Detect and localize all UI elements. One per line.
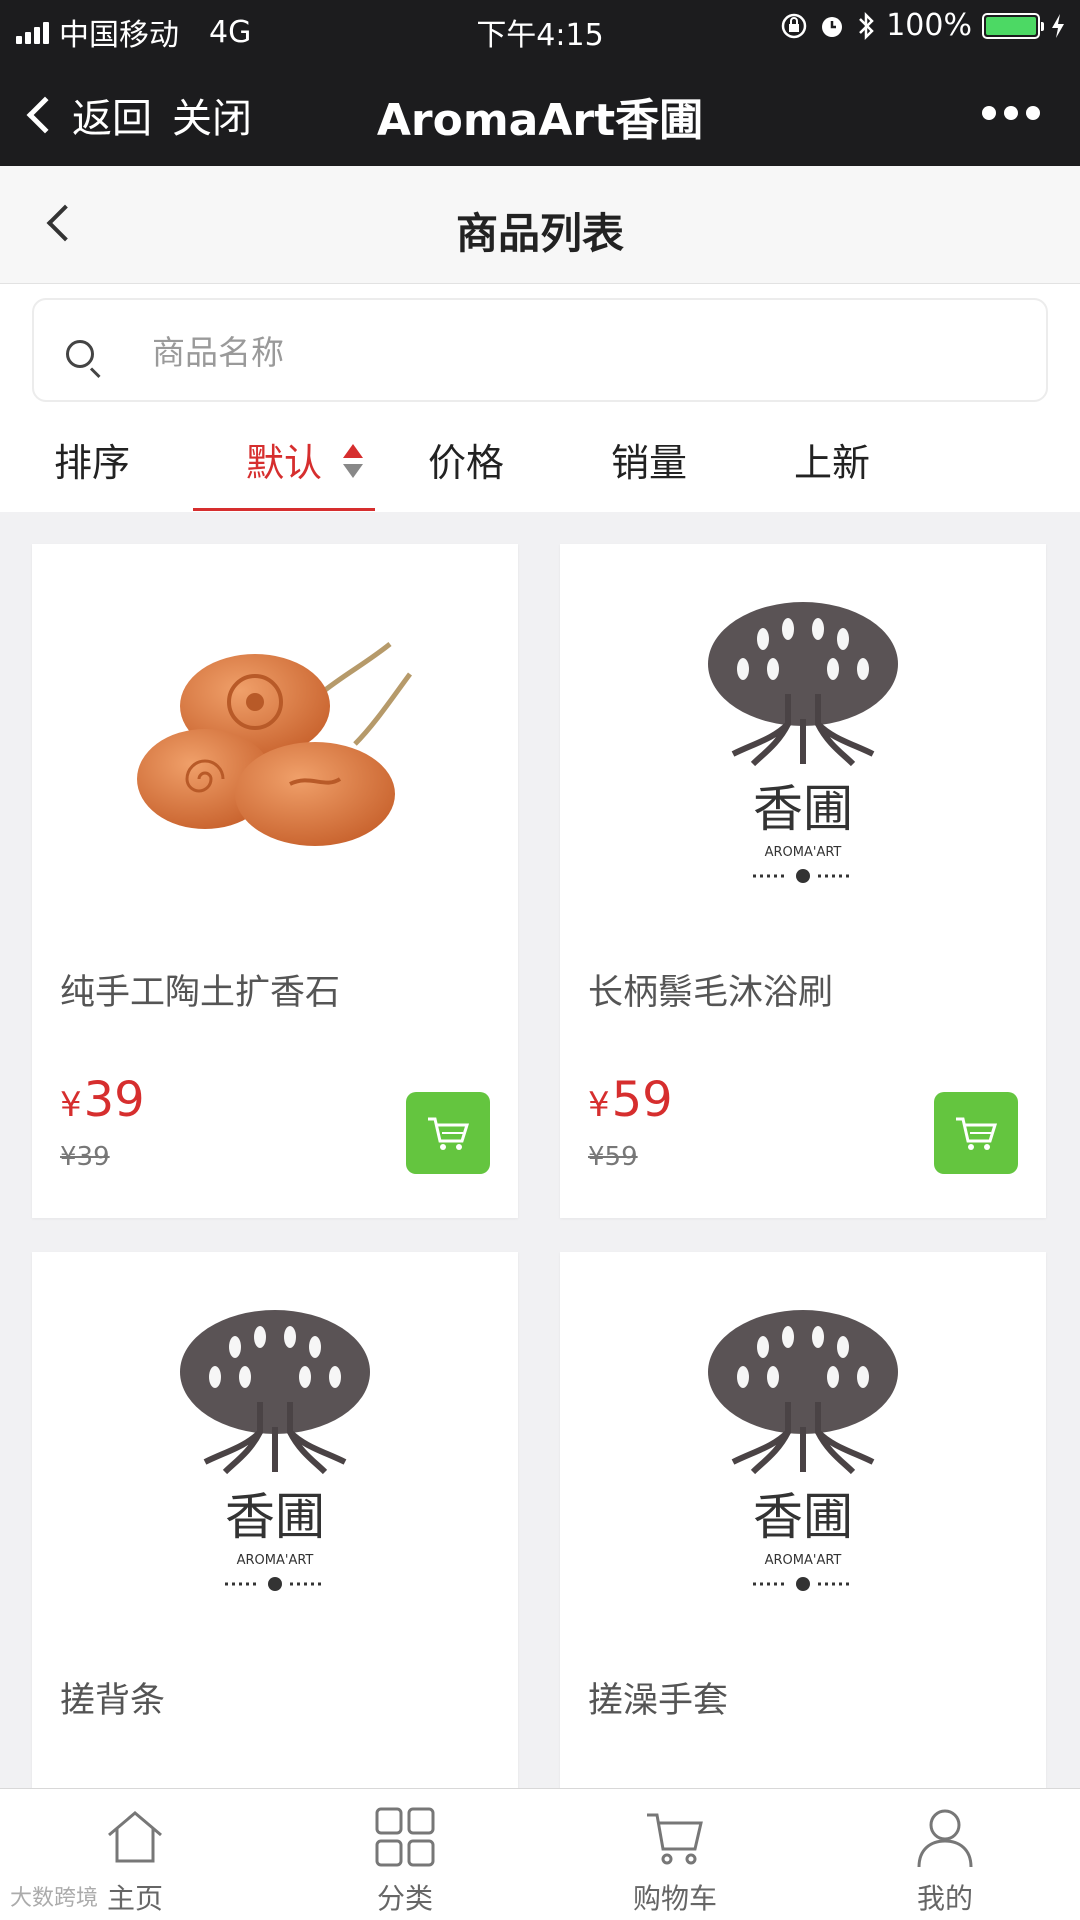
product-name: 长柄鬃毛沐浴刷 <box>588 973 834 1013</box>
aroma-art-logo: 香圃 AROMA'ART <box>708 1310 898 1591</box>
tab-category[interactable]: 分类 <box>335 1799 475 1917</box>
filter-area: 排序 默认 价格 销量 上新 <box>0 284 1080 512</box>
grid-icon <box>375 1807 435 1867</box>
alarm-icon <box>822 16 843 37</box>
product-image: 香圃 AROMA'ART <box>560 1252 1046 1652</box>
svg-text:香圃: 香圃 <box>753 1488 853 1546</box>
sort-option-default[interactable]: 默认 <box>246 432 322 487</box>
product-price: ¥59 <box>588 1072 673 1128</box>
aroma-art-logo: 香圃 AROMA'ART <box>708 602 898 883</box>
cart-icon <box>428 1117 470 1150</box>
svg-text:AROMA'ART: AROMA'ART <box>765 1553 842 1568</box>
miniprogram-bar: 返回 关闭 AromaArt香圃 <box>0 56 1080 166</box>
aroma-art-logo: 香圃 AROMA'ART <box>180 1310 370 1591</box>
status-bar: 中国移动 4G 下午4:15 100% <box>0 0 1080 56</box>
tab-cart[interactable]: 购物车 <box>605 1799 745 1917</box>
cart-icon <box>647 1813 703 1865</box>
product-original-price: ¥59 <box>588 1142 638 1172</box>
charging-icon <box>1052 13 1064 38</box>
product-name: 搓澡手套 <box>588 1681 729 1721</box>
product-card[interactable]: 香圃 AROMA'ART 长柄鬃毛沐浴刷 ¥59 ¥59 <box>560 544 1046 1218</box>
add-to-cart-button[interactable] <box>406 1092 490 1174</box>
product-card[interactable]: 香圃 AROMA'ART 搓澡手套 <box>560 1252 1046 1812</box>
product-image <box>32 544 518 944</box>
bottom-tab-bar: 主页 分类 购物车 我的 <box>0 1788 1080 1920</box>
search-icon <box>66 340 94 368</box>
page-header: 商品列表 <box>0 166 1080 284</box>
sort-bar: 排序 默认 价格 销量 上新 <box>0 414 1080 512</box>
svg-text:香圃: 香圃 <box>753 780 853 838</box>
svg-text:AROMA'ART: AROMA'ART <box>237 1553 314 1568</box>
svg-text:AROMA'ART: AROMA'ART <box>765 845 842 860</box>
product-card[interactable]: 纯手工陶土扩香石 ¥39 ¥39 <box>32 544 518 1218</box>
product-image: 香圃 AROMA'ART <box>560 544 1046 944</box>
product-name: 纯手工陶土扩香石 <box>60 973 341 1013</box>
more-options-icon[interactable] <box>982 106 1040 120</box>
battery-percent: 100% <box>886 8 972 43</box>
product-original-price: ¥39 <box>60 1142 110 1172</box>
sort-option-sales[interactable]: 销量 <box>611 432 687 487</box>
cart-icon <box>956 1117 998 1150</box>
tab-cart-label: 购物车 <box>632 1882 717 1915</box>
sort-active-underline <box>193 508 375 511</box>
tab-me[interactable]: 我的 <box>875 1799 1015 1917</box>
product-image: 香圃 AROMA'ART <box>32 1252 518 1652</box>
bluetooth-icon <box>859 11 874 40</box>
search-box[interactable] <box>32 298 1048 402</box>
wechat-header: 中国移动 4G 下午4:15 100% 返回 关闭 AromaArt香圃 <box>0 0 1080 166</box>
user-icon <box>917 1809 973 1868</box>
sort-option-newest[interactable]: 上新 <box>794 432 870 487</box>
sort-option-price[interactable]: 价格 <box>428 432 504 487</box>
tab-me-label: 我的 <box>916 1882 973 1915</box>
tab-category-label: 分类 <box>376 1882 433 1915</box>
product-card[interactable]: 香圃 AROMA'ART 搓背条 <box>32 1252 518 1812</box>
search-input[interactable] <box>152 324 1012 380</box>
sort-label: 排序 <box>54 441 131 485</box>
product-name: 搓背条 <box>60 1681 166 1721</box>
sort-direction-icon[interactable] <box>343 444 363 480</box>
battery-icon <box>982 12 1044 39</box>
product-price: ¥39 <box>60 1072 145 1128</box>
add-to-cart-button[interactable] <box>934 1092 1018 1174</box>
svg-text:香圃: 香圃 <box>225 1488 325 1546</box>
miniprogram-title: AromaArt香圃 <box>376 95 704 146</box>
page-title: 商品列表 <box>455 209 624 258</box>
home-icon <box>108 1811 162 1863</box>
clay-stones-image <box>137 642 413 846</box>
watermark: 大数跨境 <box>10 1886 99 1911</box>
rotation-lock-icon <box>781 13 807 38</box>
